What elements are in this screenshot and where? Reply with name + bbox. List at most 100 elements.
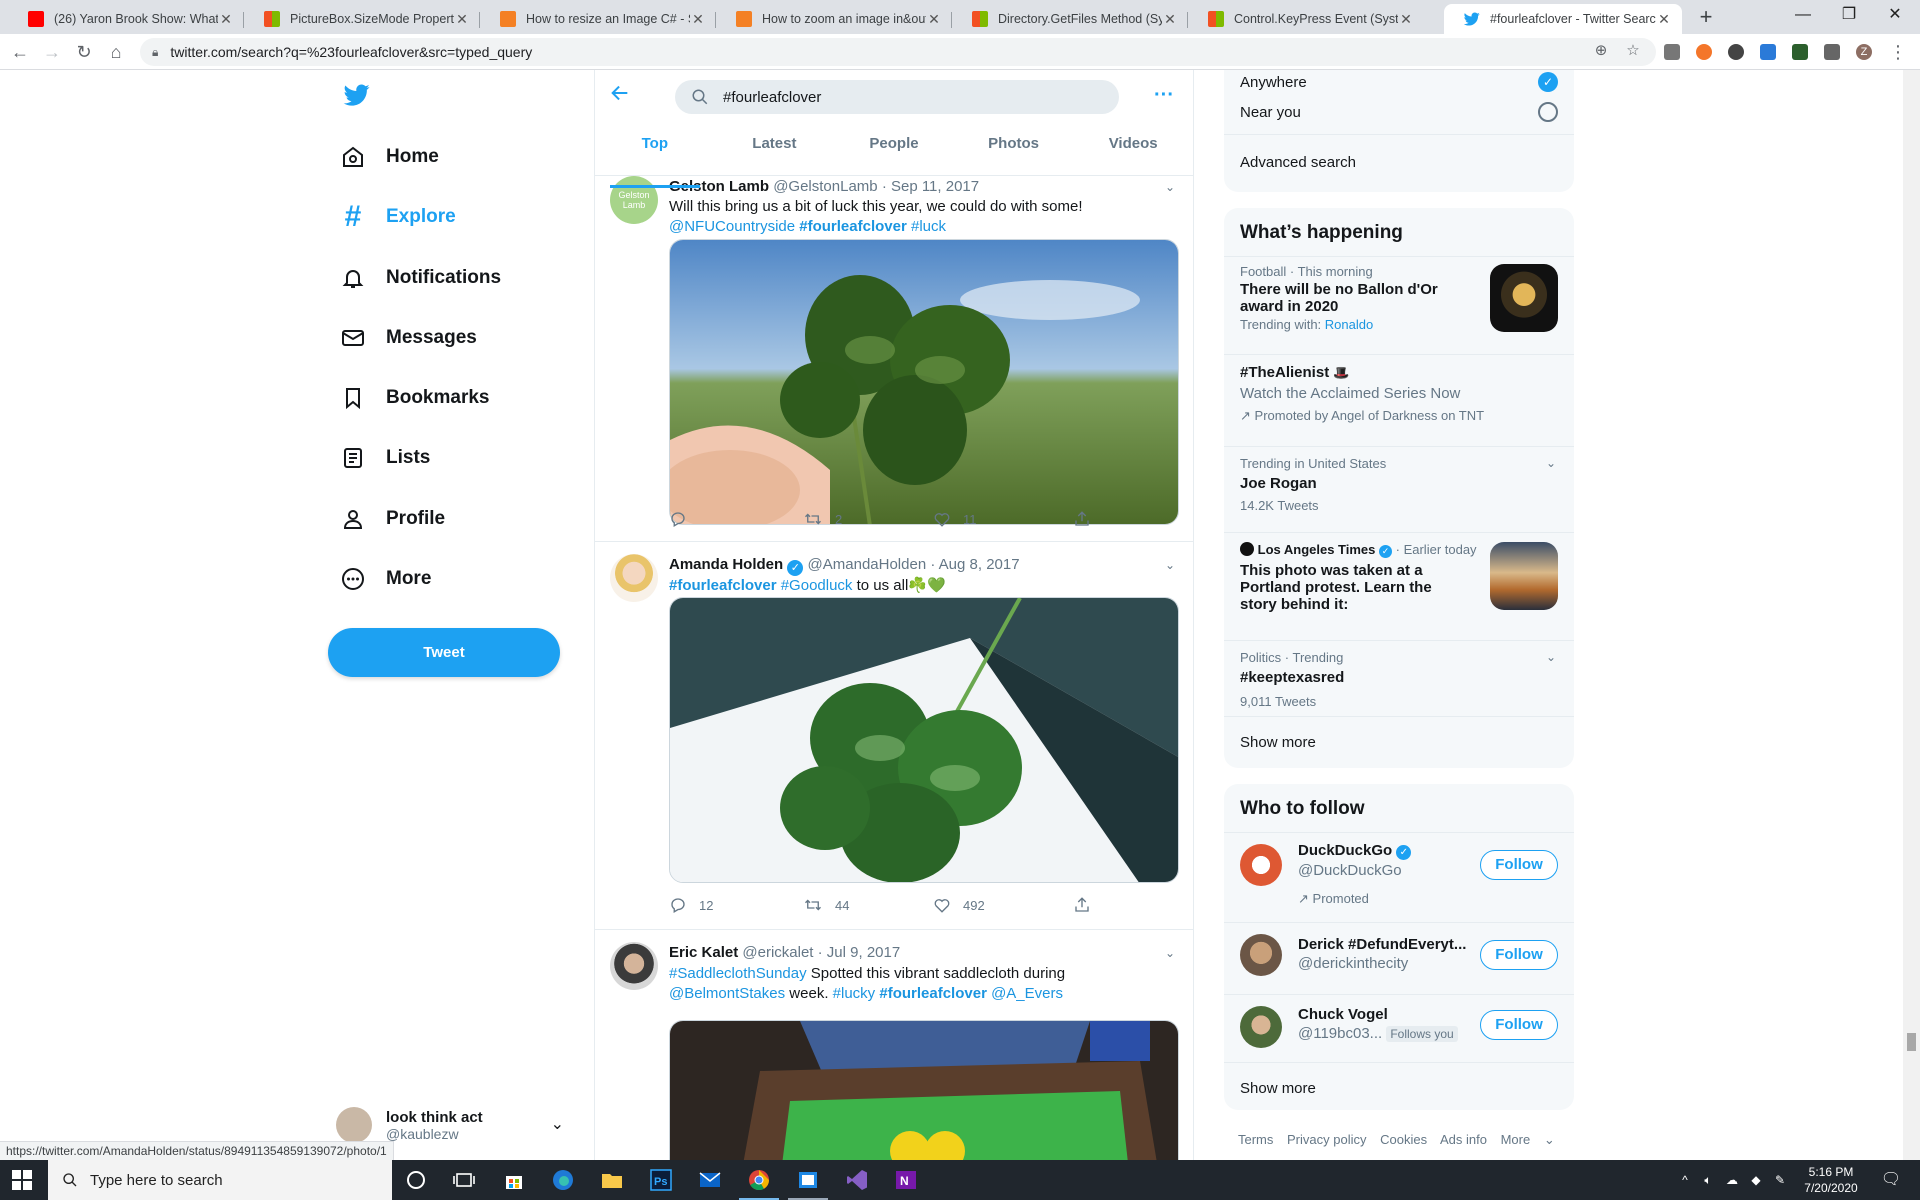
profile-avatar-icon[interactable]: Z	[1856, 44, 1872, 60]
footer-terms-link[interactable]: Terms	[1238, 1132, 1273, 1147]
pen-icon[interactable]: ✎	[1770, 1160, 1790, 1200]
onedrive-cloud-icon[interactable]: ☁︎	[1722, 1160, 1742, 1200]
show-more-link[interactable]: Show more	[1240, 734, 1558, 751]
reload-icon[interactable]: ↻	[72, 40, 96, 64]
nav-notifications[interactable]: Notifications	[340, 254, 501, 302]
close-window-icon[interactable]: ✕	[1872, 0, 1918, 34]
page-scrollbar[interactable]	[1903, 70, 1920, 1160]
close-tab-icon[interactable]: ✕	[1162, 11, 1178, 28]
back-arrow-icon[interactable]	[609, 82, 635, 108]
search-input[interactable]: #fourleafclover	[675, 80, 1119, 114]
nav-messages[interactable]: Messages	[340, 314, 477, 362]
back-arrow-icon[interactable]: ←	[8, 40, 32, 64]
twitter-logo-icon[interactable]	[342, 82, 372, 108]
edge-icon[interactable]	[551, 1168, 575, 1192]
extension-icon[interactable]	[1664, 44, 1680, 60]
menu-kebab-icon[interactable]: ⋮	[1886, 40, 1910, 64]
tab-videos[interactable]: Videos	[1073, 130, 1193, 176]
visual-studio-icon[interactable]	[845, 1168, 869, 1192]
extension-icon[interactable]	[1696, 44, 1712, 60]
ballon-dor-thumbnail[interactable]	[1490, 264, 1558, 332]
footer-cookies-link[interactable]: Cookies	[1380, 1132, 1427, 1147]
action-center-icon[interactable]: 🗨︎	[1876, 1160, 1906, 1200]
advanced-search-link[interactable]: Advanced search	[1240, 154, 1558, 171]
store-icon[interactable]	[502, 1168, 526, 1192]
follow-button[interactable]: Follow	[1480, 850, 1558, 880]
tab-top[interactable]: Top	[595, 130, 715, 188]
extension-icon[interactable]	[1760, 44, 1776, 60]
tab-latest[interactable]: Latest	[715, 130, 835, 176]
scrollbar-thumb[interactable]	[1907, 1033, 1916, 1051]
browser-tab-active[interactable]: #fourleafclover - Twitter Search / ✕	[1444, 4, 1682, 34]
nav-explore[interactable]: # Explore	[340, 193, 456, 241]
nav-more[interactable]: More	[340, 555, 431, 603]
avatar[interactable]: Gelston Lamb	[610, 176, 658, 224]
dropbox-icon[interactable]: ◆	[1746, 1160, 1766, 1200]
new-tab-plus-icon[interactable]: +	[1692, 4, 1720, 32]
tweet[interactable]: Eric Kalet @erickalet · Jul 9, 2017 ⌄ #S…	[595, 930, 1193, 1160]
bookmark-star-icon[interactable]: ☆	[1622, 40, 1644, 62]
tweet-button[interactable]: Tweet	[328, 628, 560, 677]
chevron-down-icon[interactable]: ⌄	[1165, 946, 1175, 960]
tweet-date[interactable]: · Sep 11, 2017	[882, 178, 979, 195]
close-tab-icon[interactable]: ✕	[454, 11, 470, 28]
file-explorer-icon[interactable]	[600, 1168, 624, 1192]
forward-arrow-icon[interactable]: →	[40, 40, 64, 64]
radio-unchecked-icon[interactable]	[1538, 102, 1558, 122]
hashtag-link[interactable]: #fourleafclover	[879, 985, 987, 1002]
tweet-photo[interactable]	[669, 597, 1179, 883]
like-button[interactable]: 492	[933, 896, 985, 914]
hashtag-link[interactable]: #luck	[911, 218, 946, 235]
mention-link[interactable]: @BelmontStakes	[669, 985, 785, 1002]
tweet-photo[interactable]	[669, 1020, 1179, 1160]
hashtag-link[interactable]: #lucky	[833, 985, 876, 1002]
browser-tab[interactable]: PictureBox.SizeMode Property (S ✕	[244, 4, 480, 34]
trend-item[interactable]: Trending in United States Joe Rogan 14.2…	[1240, 456, 1558, 513]
chrome-icon[interactable]	[747, 1168, 771, 1192]
chevron-down-icon[interactable]: ⌄	[1165, 180, 1175, 194]
close-tab-icon[interactable]: ✕	[690, 11, 706, 28]
address-bar[interactable]: 🔒︎ twitter.com/search?q=%23fourleafclove…	[140, 38, 1656, 66]
puzzle-extensions-icon[interactable]	[1824, 44, 1840, 60]
avatar[interactable]	[1240, 934, 1282, 976]
browser-tab[interactable]: (26) Yaron Brook Show: What is C ✕	[8, 4, 244, 34]
promoted-trend[interactable]: #TheAlienist 🎩 Watch the Acclaimed Serie…	[1240, 364, 1558, 424]
browser-tab[interactable]: How to resize an Image C# - Stac ✕	[480, 4, 716, 34]
close-tab-icon[interactable]: ✕	[926, 11, 942, 28]
windows-start-icon[interactable]	[12, 1170, 32, 1190]
retweet-button[interactable]: 2	[803, 510, 842, 528]
minimize-icon[interactable]: —	[1780, 0, 1826, 34]
nav-home[interactable]: Home	[340, 133, 439, 181]
restore-icon[interactable]: ❐	[1826, 0, 1872, 34]
extension-icon[interactable]	[1792, 44, 1808, 60]
share-button[interactable]	[1073, 896, 1103, 914]
hashtag-link[interactable]: #Goodluck	[781, 577, 853, 594]
trend-item[interactable]: Politics · Trending #keeptexasred 9,011 …	[1240, 650, 1558, 709]
location-anywhere[interactable]: Anywhere	[1240, 74, 1558, 91]
volume-icon[interactable]: 🔈︎	[1698, 1160, 1718, 1200]
hashtag-link[interactable]: #fourleafclover	[799, 218, 907, 235]
home-icon[interactable]: ⌂	[104, 40, 128, 64]
mention-link[interactable]: @A_Evers	[991, 985, 1063, 1002]
task-view-icon[interactable]	[452, 1168, 476, 1192]
extension-icon[interactable]	[1728, 44, 1744, 60]
location-near-you[interactable]: Near you	[1240, 104, 1558, 121]
taskbar-search-input[interactable]: Type here to search	[48, 1160, 392, 1200]
author-name[interactable]: Eric Kalet	[669, 944, 738, 961]
portland-protest-thumbnail[interactable]	[1490, 542, 1558, 610]
chevron-down-icon[interactable]: ⌄	[1546, 456, 1556, 470]
nav-lists[interactable]: Lists	[340, 434, 430, 482]
reply-button[interactable]: 12	[669, 896, 713, 914]
browser-tab[interactable]: Directory.GetFiles Method (Syste ✕	[952, 4, 1188, 34]
follow-button[interactable]: Follow	[1480, 1010, 1558, 1040]
avatar[interactable]	[610, 942, 658, 990]
system-clock[interactable]: 5:16 PM 7/20/2020	[1796, 1160, 1866, 1200]
share-button[interactable]	[1073, 510, 1103, 528]
mail-icon[interactable]	[698, 1168, 722, 1192]
tweet-date[interactable]: · Jul 9, 2017	[818, 944, 901, 961]
app-icon[interactable]	[796, 1168, 820, 1192]
tab-people[interactable]: People	[834, 130, 954, 176]
retweet-button[interactable]: 44	[803, 896, 849, 914]
more-options-icon[interactable]: ···	[1151, 84, 1177, 110]
nav-bookmarks[interactable]: Bookmarks	[340, 374, 490, 422]
